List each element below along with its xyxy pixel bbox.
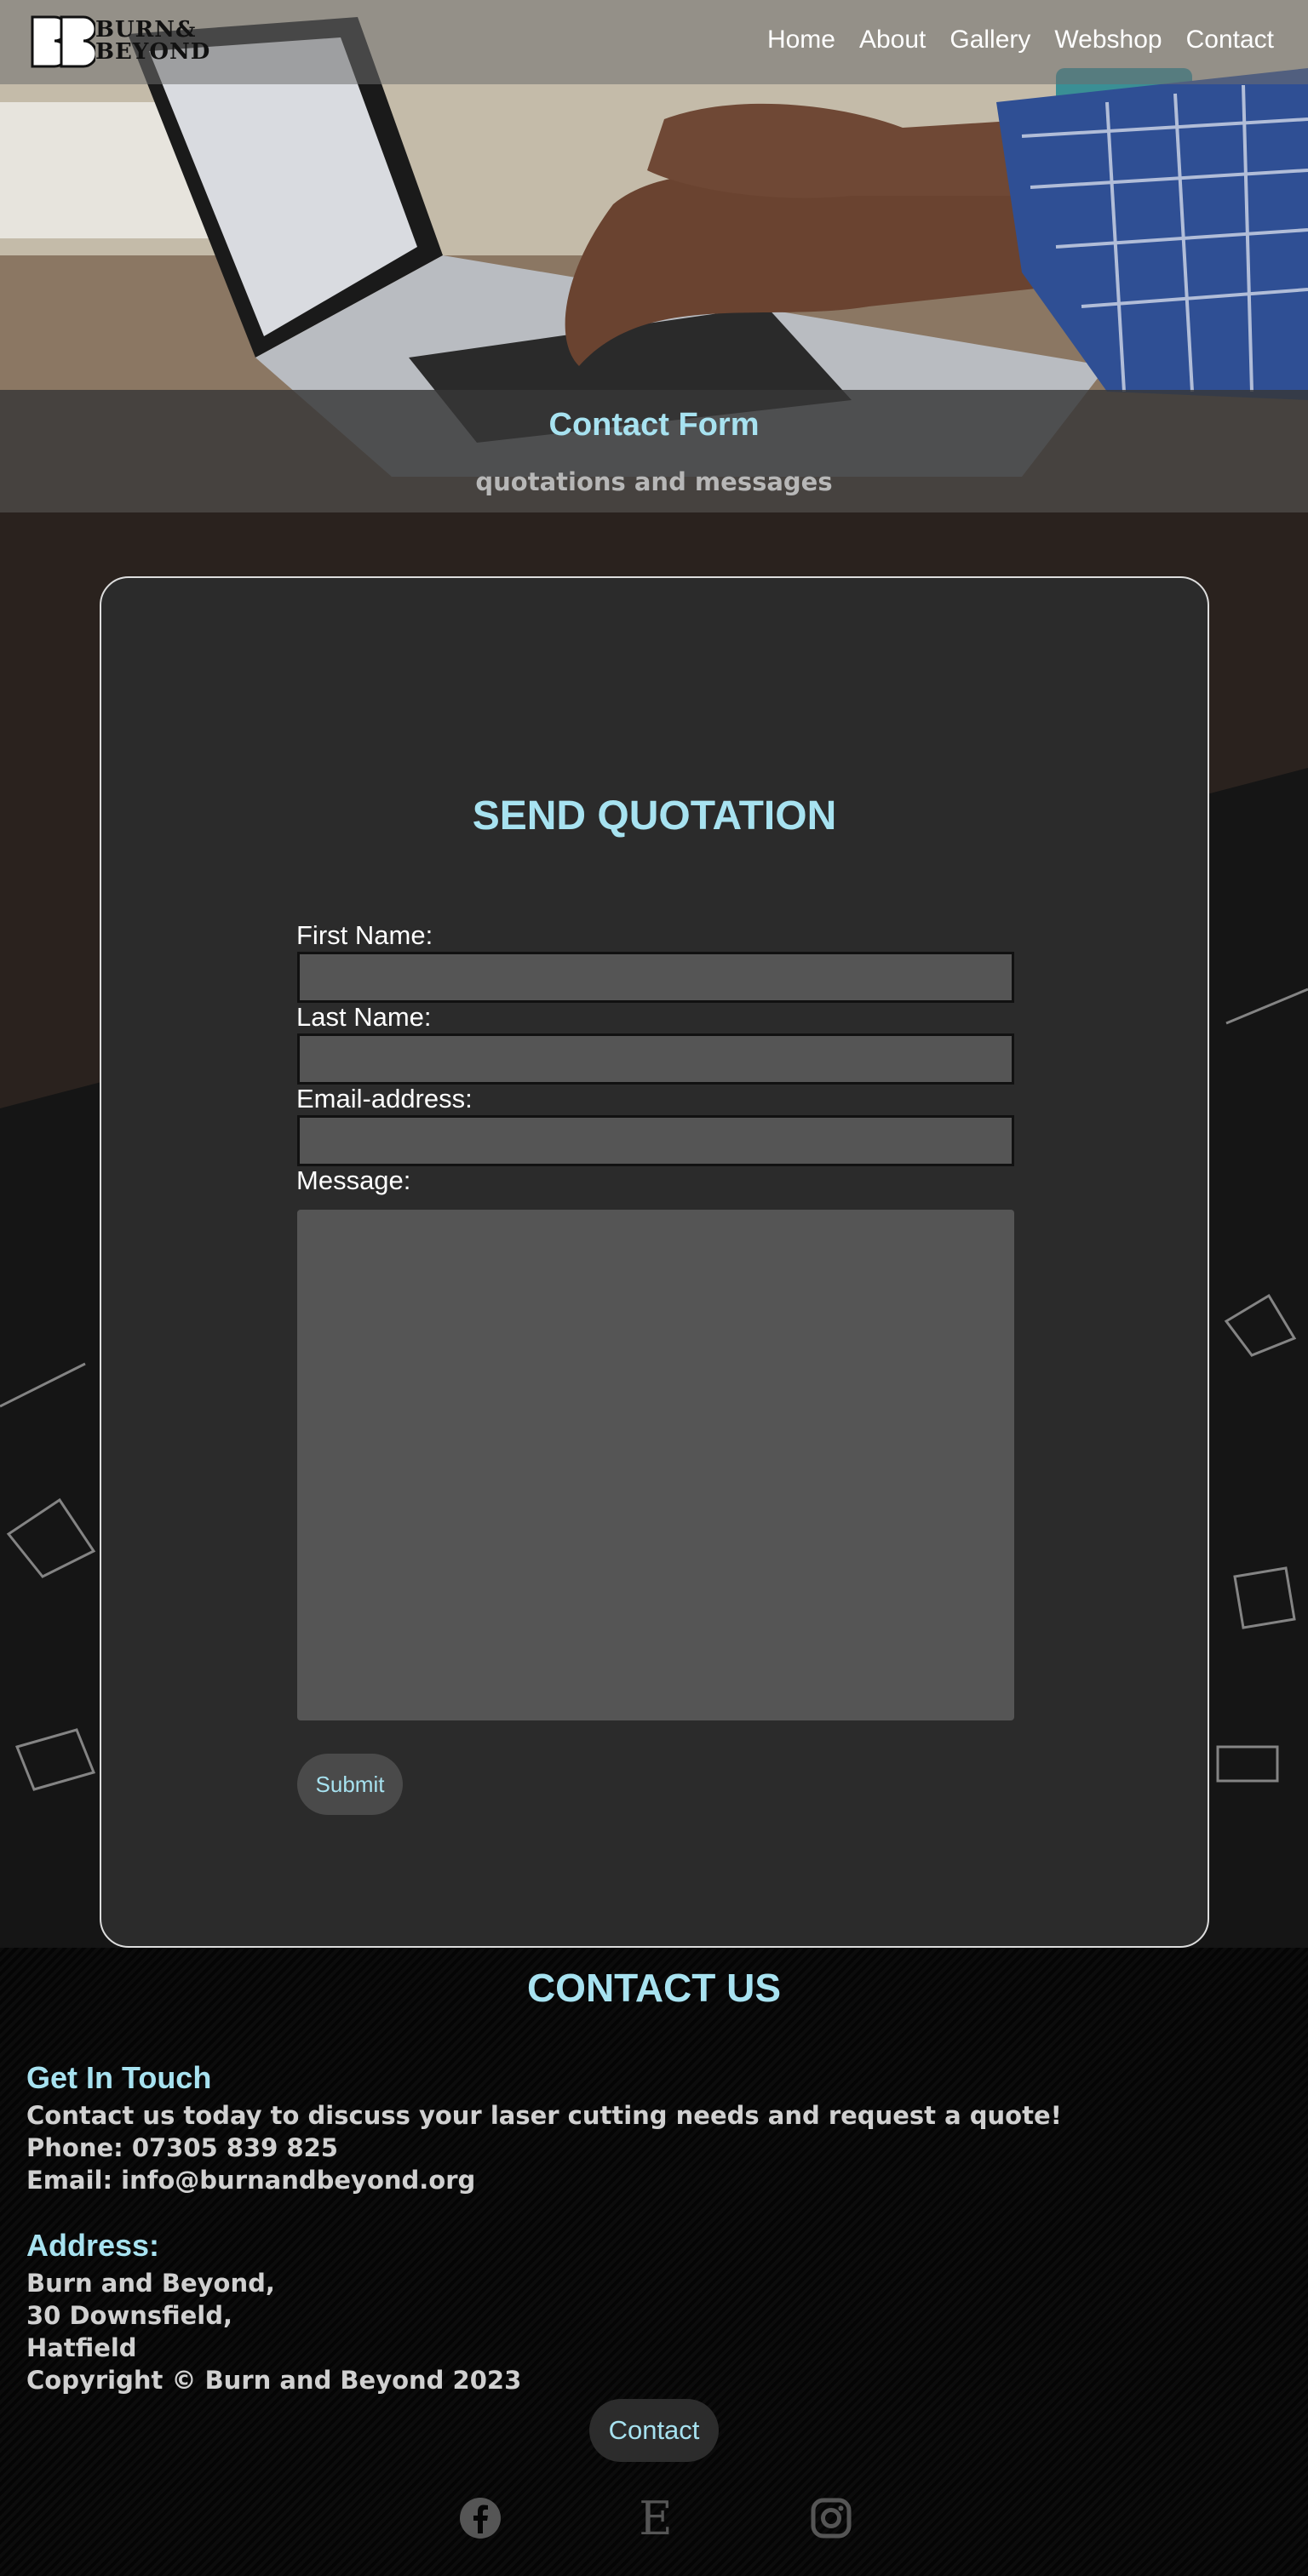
- brand-name-line2: BEYOND: [95, 39, 211, 65]
- address-line-1: Burn and Beyond,: [26, 2269, 275, 2298]
- copyright-text: Copyright © Burn and Beyond 2023: [26, 2366, 522, 2395]
- message-textarea[interactable]: [297, 1210, 1014, 1720]
- email-text: Email: info@burnandbeyond.org: [26, 2166, 476, 2195]
- submit-button[interactable]: Submit: [297, 1754, 403, 1815]
- address-line-2: 30 Downsfield,: [26, 2301, 233, 2330]
- svg-text:E: E: [639, 2494, 672, 2542]
- email-input[interactable]: [297, 1115, 1014, 1166]
- page-banner: Contact Form quotations and messages: [0, 390, 1308, 512]
- get-in-touch-heading: Get In Touch: [26, 2060, 212, 2095]
- brand-logo[interactable]: BURN& BEYOND: [31, 15, 240, 68]
- last-name-label: Last Name:: [296, 1002, 432, 1032]
- footer: CONTACT US Get In Touch Contact us today…: [0, 1948, 1308, 2576]
- hero-section: BURN& BEYOND Home About Gallery Webshop …: [0, 0, 1308, 512]
- nav-contact[interactable]: Contact: [1186, 26, 1274, 54]
- last-name-input[interactable]: [297, 1033, 1014, 1085]
- nav-gallery[interactable]: Gallery: [949, 26, 1030, 54]
- brand-name-line1: BURN&: [95, 17, 197, 43]
- nav-webshop[interactable]: Webshop: [1054, 26, 1162, 54]
- nav-about[interactable]: About: [859, 26, 926, 54]
- page-title: Contact Form: [548, 407, 760, 443]
- nav-home[interactable]: Home: [767, 26, 835, 54]
- quotation-form-card: SEND QUOTATION First Name: Last Name: Em…: [100, 576, 1209, 1948]
- form-heading: SEND QUOTATION: [472, 793, 837, 839]
- instagram-icon[interactable]: [806, 2493, 857, 2544]
- logo-mark-icon: [31, 15, 95, 68]
- footer-contact-button[interactable]: Contact: [589, 2399, 719, 2462]
- address-line-3: Hatfield: [26, 2333, 137, 2362]
- facebook-icon[interactable]: [455, 2493, 506, 2544]
- email-label: Email-address:: [296, 1084, 473, 1113]
- etsy-icon[interactable]: E: [630, 2493, 681, 2544]
- form-section: SEND QUOTATION First Name: Last Name: Em…: [0, 512, 1308, 1948]
- message-label: Message:: [296, 1165, 411, 1195]
- phone-text: Phone: 07305 839 825: [26, 2133, 338, 2162]
- first-name-label: First Name:: [296, 920, 433, 950]
- page-subtitle: quotations and messages: [475, 467, 833, 496]
- top-navbar: BURN& BEYOND Home About Gallery Webshop …: [0, 0, 1308, 84]
- contact-intro-text: Contact us today to discuss your laser c…: [26, 2101, 1062, 2130]
- main-nav: Home About Gallery Webshop Contact: [767, 26, 1274, 54]
- address-heading: Address:: [26, 2228, 160, 2263]
- contact-us-heading: CONTACT US: [526, 1966, 782, 2010]
- brand-wordmark: BURN& BEYOND: [95, 19, 210, 63]
- first-name-input[interactable]: [297, 952, 1014, 1003]
